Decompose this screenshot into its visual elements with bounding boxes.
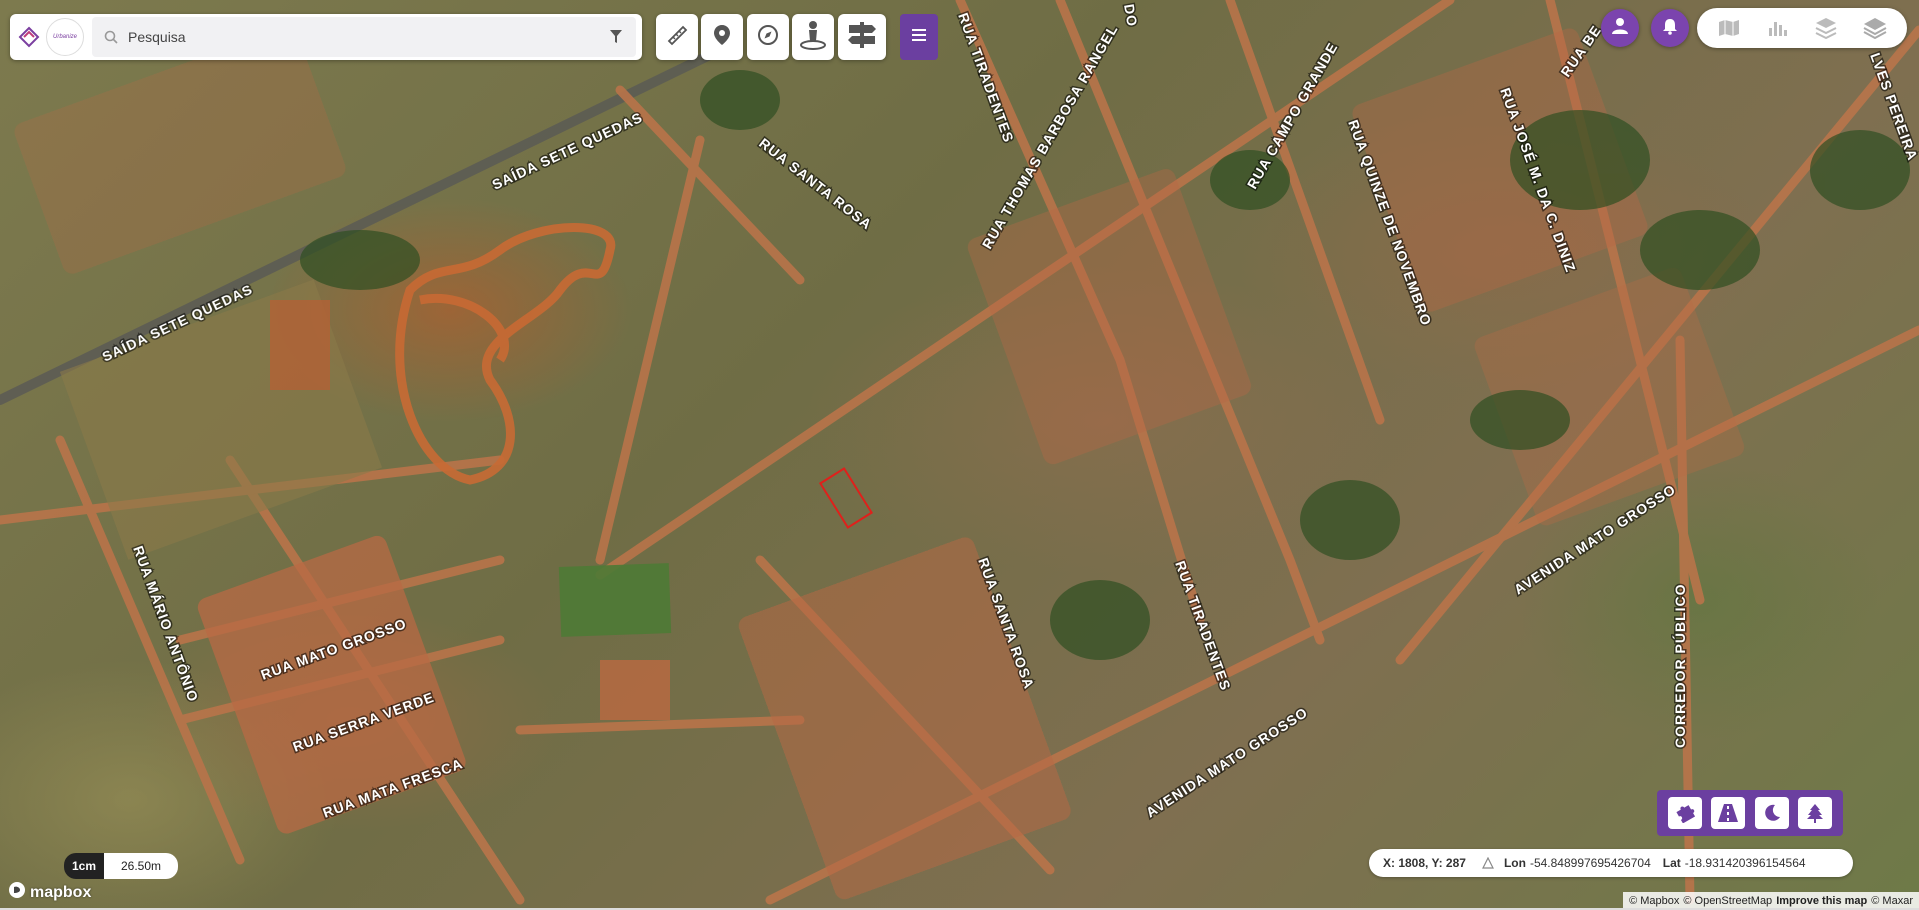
street-label: AVENIDA MATO GROSSO: [1143, 704, 1311, 821]
puzzle-icon[interactable]: [1667, 797, 1702, 829]
satellite-map[interactable]: SAÍDA SETE QUEDAS SAÍDA SETE QUEDAS RUA …: [0, 0, 1919, 910]
compass-icon: [757, 24, 779, 51]
moon-icon[interactable]: [1754, 797, 1789, 829]
layer-switcher: [1697, 8, 1907, 48]
notifications-button[interactable]: [1651, 9, 1689, 47]
search-panel: Urbanize: [10, 14, 642, 60]
stack-icon[interactable]: [1861, 14, 1889, 42]
street-label: RUA TIRADENTES: [1172, 559, 1234, 693]
street-label: CORREDOR PÚBLICO: [1671, 583, 1688, 748]
search-icon: [102, 28, 120, 46]
mapbox-logo[interactable]: mapbox: [8, 881, 91, 904]
bell-icon: [1661, 17, 1679, 40]
tree-icon[interactable]: [1798, 797, 1833, 829]
measure-tool-button[interactable]: [656, 14, 698, 60]
street-view-icon: [798, 19, 828, 56]
compass-tool-button[interactable]: [747, 14, 789, 60]
chart-icon[interactable]: [1764, 14, 1792, 42]
lon-label: Lon: [1503, 856, 1526, 870]
scale-distance: 26.50m: [104, 853, 178, 879]
signpost-tool-button[interactable]: [838, 14, 886, 60]
search-input[interactable]: [126, 28, 604, 46]
mapbox-icon: [8, 881, 26, 904]
app-logo[interactable]: Urbanize: [10, 14, 92, 60]
lat-label: Lat: [1662, 856, 1681, 870]
hamburger-icon: [912, 28, 926, 46]
improve-map-link[interactable]: Improve this map: [1776, 895, 1867, 907]
attribution-mapbox[interactable]: © Mapbox: [1629, 895, 1679, 907]
street-label: RUA SANTA ROSA: [756, 135, 875, 233]
lon-value: -54.848997695426704: [1529, 856, 1651, 870]
logo-mark-icon: [18, 26, 40, 48]
selected-parcel[interactable]: [818, 467, 874, 529]
scale-unit: 1cm: [64, 853, 104, 879]
map-style-panel: [1657, 790, 1843, 836]
street-label: DO: [1121, 3, 1141, 28]
scale-bar: 1cm 26.50m: [64, 853, 178, 879]
filter-icon[interactable]: [604, 25, 628, 49]
menu-button[interactable]: [900, 14, 938, 60]
lat-value: -18.931420396154564: [1684, 856, 1806, 870]
marker-tool-button[interactable]: [701, 14, 743, 60]
pixel-coords: X: 1808, Y: 287: [1383, 856, 1466, 870]
street-label: RUA TIRADENTES: [955, 11, 1017, 145]
map-icon[interactable]: [1715, 14, 1743, 42]
layers-grid-icon[interactable]: [1812, 14, 1840, 42]
mapbox-wordmark: mapbox: [30, 883, 92, 901]
coordinate-readout: X: 1808, Y: 287 Lon -54.848997695426704 …: [1369, 849, 1853, 877]
warning-icon: [1481, 856, 1494, 869]
measure-icon: [666, 24, 688, 51]
user-button[interactable]: [1601, 9, 1639, 47]
user-icon: [1611, 17, 1629, 40]
attribution-maxar[interactable]: © Maxar: [1871, 895, 1913, 907]
marker-icon: [713, 24, 731, 51]
street-view-button[interactable]: [792, 14, 834, 60]
logo-badge: Urbanize: [46, 18, 84, 56]
map-canvas: SAÍDA SETE QUEDAS SAÍDA SETE QUEDAS RUA …: [0, 0, 1919, 905]
attribution-osm[interactable]: © OpenStreetMap: [1683, 895, 1772, 907]
signpost-icon: [846, 20, 878, 55]
search-field: [92, 17, 636, 57]
road-icon[interactable]: [1711, 797, 1746, 829]
